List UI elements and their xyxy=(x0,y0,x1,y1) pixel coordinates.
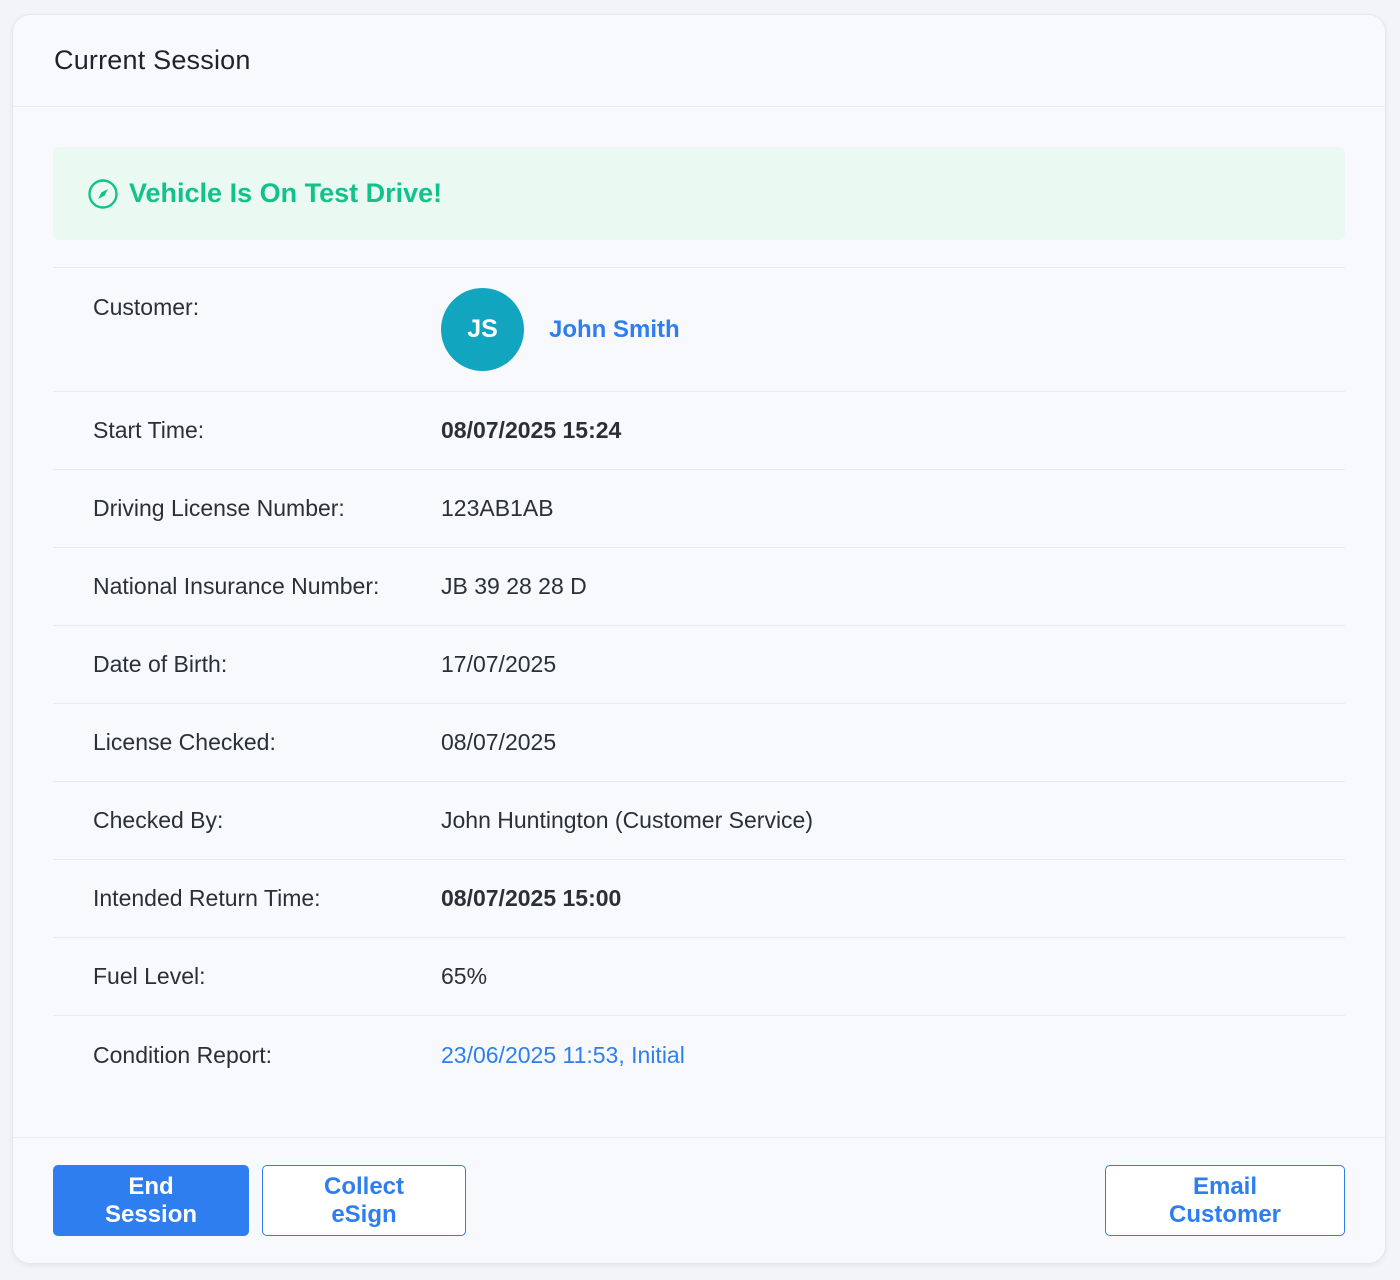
start-time-value: 08/07/2025 15:24 xyxy=(441,417,622,443)
customer-name-link[interactable]: John Smith xyxy=(549,316,680,344)
compass-icon xyxy=(87,178,119,210)
condition-report-link[interactable]: 23/06/2025 11:53, Initial xyxy=(441,1042,685,1069)
avatar[interactable]: JS xyxy=(441,288,524,371)
collect-esign-button[interactable]: Collect eSign xyxy=(262,1165,466,1236)
intended-return-value: 08/07/2025 15:00 xyxy=(441,885,622,911)
detail-row-condition-report: Condition Report: 23/06/2025 11:53, Init… xyxy=(53,1016,1345,1094)
card-footer: End Session Collect eSign Email Customer xyxy=(13,1137,1385,1263)
checked-by-label: Checked By: xyxy=(93,807,224,833)
condition-report-label: Condition Report: xyxy=(93,1041,272,1068)
start-time-label: Start Time: xyxy=(93,417,205,443)
license-checked-label: License Checked: xyxy=(93,729,276,755)
session-details: Customer: JS John Smith Start Time: 08/0… xyxy=(53,267,1345,1094)
card-title: Current Session xyxy=(54,45,251,75)
current-session-card: Current Session Vehicle Is On Test Drive… xyxy=(12,14,1386,1264)
detail-row-start-time: Start Time: 08/07/2025 15:24 xyxy=(53,392,1345,470)
detail-row-customer: Customer: JS John Smith xyxy=(53,268,1345,392)
card-body: Vehicle Is On Test Drive! Customer: JS J… xyxy=(13,107,1385,1094)
detail-row-date-of-birth: Date of Birth: 17/07/2025 xyxy=(53,626,1345,704)
detail-row-driving-license: Driving License Number: 123AB1AB xyxy=(53,470,1345,548)
detail-row-intended-return: Intended Return Time: 08/07/2025 15:00 xyxy=(53,860,1345,938)
date-of-birth-label: Date of Birth: xyxy=(93,651,228,677)
national-insurance-label: National Insurance Number: xyxy=(93,573,380,599)
detail-row-license-checked: License Checked: 08/07/2025 xyxy=(53,704,1345,782)
customer-value: JS John Smith xyxy=(441,268,680,371)
customer-label: Customer: xyxy=(93,294,200,320)
national-insurance-value: JB 39 28 28 D xyxy=(441,573,587,599)
driving-license-value: 123AB1AB xyxy=(441,495,554,521)
card-header: Current Session xyxy=(13,15,1385,107)
date-of-birth-value: 17/07/2025 xyxy=(441,651,557,677)
email-customer-button[interactable]: Email Customer xyxy=(1105,1165,1345,1236)
status-banner: Vehicle Is On Test Drive! xyxy=(53,147,1345,240)
detail-row-national-insurance: National Insurance Number: JB 39 28 28 D xyxy=(53,548,1345,626)
checked-by-value: John Huntington (Customer Service) xyxy=(441,807,813,833)
driving-license-label: Driving License Number: xyxy=(93,495,345,521)
end-session-button[interactable]: End Session xyxy=(53,1165,249,1236)
intended-return-label: Intended Return Time: xyxy=(93,885,321,911)
license-checked-value: 08/07/2025 xyxy=(441,729,557,755)
detail-row-checked-by: Checked By: John Huntington (Customer Se… xyxy=(53,782,1345,860)
status-text: Vehicle Is On Test Drive! xyxy=(129,178,443,208)
fuel-level-label: Fuel Level: xyxy=(93,963,206,989)
detail-row-fuel-level: Fuel Level: 65% xyxy=(53,938,1345,1016)
fuel-level-value: 65% xyxy=(441,963,488,989)
